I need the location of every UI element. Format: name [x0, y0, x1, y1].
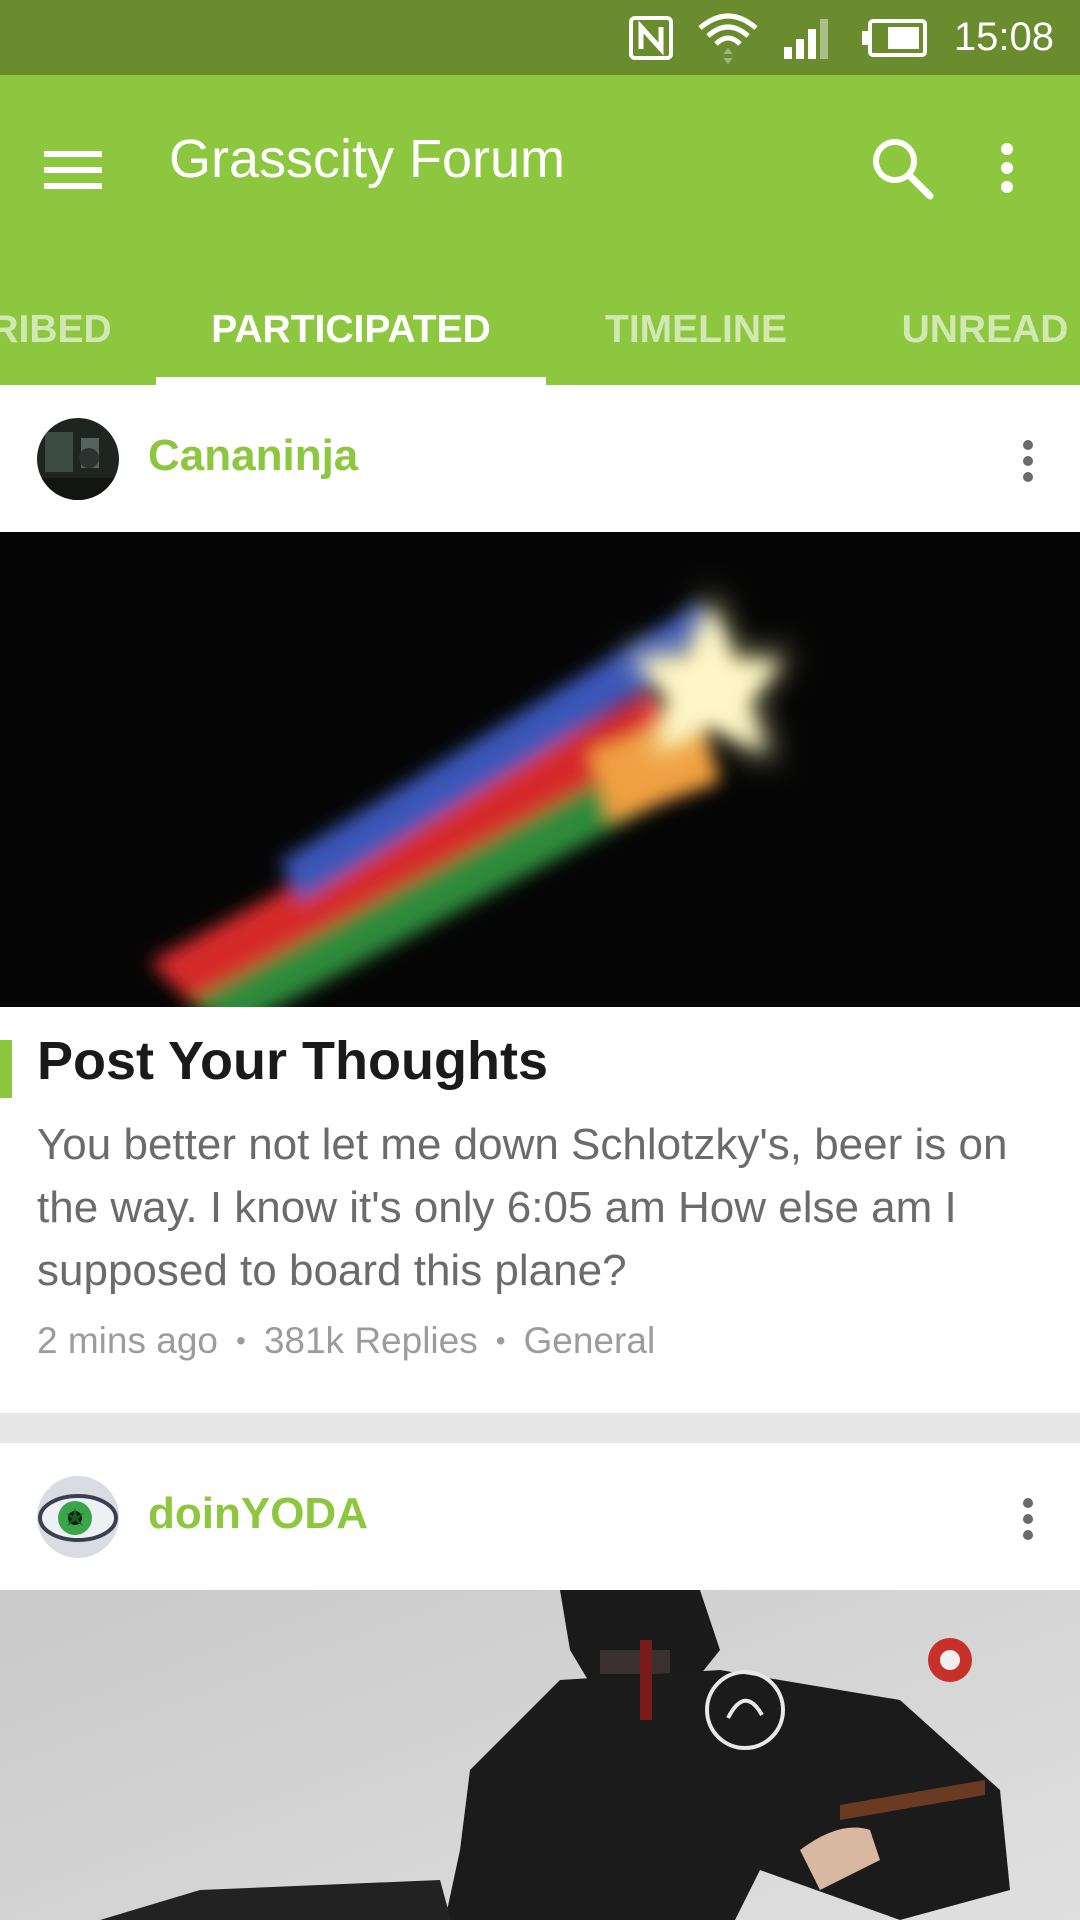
tab-timeline[interactable]: TIMELINE	[586, 275, 806, 385]
post-card[interactable]: Cananinja Post Your Thoughts You better …	[0, 385, 1080, 1413]
post-more-button[interactable]	[1000, 421, 1056, 501]
post-meta: 2 mins ago • 381k Replies • General	[37, 1320, 655, 1362]
tab-participated[interactable]: PARTICIPATED	[156, 275, 546, 385]
nfc-icon	[628, 15, 673, 60]
menu-button[interactable]	[44, 130, 124, 210]
search-button[interactable]	[862, 123, 942, 213]
search-icon	[873, 139, 934, 200]
post-card[interactable]: doinYODA	[0, 1443, 1080, 1920]
more-vertical-icon	[1023, 440, 1033, 482]
battery-icon	[861, 18, 927, 57]
post-accent-bar	[0, 1040, 12, 1098]
post-image[interactable]	[0, 1590, 1080, 1920]
avatar[interactable]	[37, 418, 119, 500]
signal-icon	[783, 18, 828, 59]
avatar[interactable]	[37, 1476, 119, 1558]
app-title: Grasscity Forum	[169, 129, 566, 189]
more-vertical-icon	[1023, 1498, 1033, 1540]
post-more-button[interactable]	[1000, 1479, 1056, 1559]
wifi-icon	[698, 13, 758, 64]
tab-indicator	[156, 377, 546, 385]
tab-unread[interactable]: UNREAD	[885, 275, 1080, 385]
status-bar: 15:08	[0, 0, 1080, 75]
status-icons: 15:08	[628, 0, 1054, 75]
post-time: 2 mins ago	[37, 1320, 218, 1361]
tab-bar: RIBED PARTICIPATED TIMELINE UNREAD	[0, 275, 1080, 385]
separator-dot: •	[495, 1325, 506, 1356]
author-name[interactable]: Cananinja	[148, 431, 358, 481]
post-body: You better not let me down Schlotzky's, …	[37, 1120, 1008, 1295]
post-title[interactable]: Post Your Thoughts	[37, 1030, 548, 1092]
app-bar: Grasscity Forum RIBED PARTICIPATED TIMEL…	[0, 75, 1080, 385]
post-replies: 381k Replies	[263, 1320, 478, 1361]
post-image[interactable]	[0, 532, 1080, 1007]
post-forum: General	[523, 1320, 656, 1361]
more-vertical-icon	[1001, 143, 1013, 193]
post-header: Cananinja	[0, 385, 1080, 532]
tab-subscribed[interactable]: RIBED	[0, 275, 116, 385]
separator-dot: •	[236, 1325, 246, 1356]
status-time: 15:08	[953, 15, 1054, 59]
post-header: doinYODA	[0, 1443, 1080, 1590]
author-name[interactable]: doinYODA	[148, 1489, 368, 1539]
hamburger-menu-icon	[44, 151, 102, 189]
overflow-menu-button[interactable]	[982, 123, 1032, 213]
feed[interactable]: Cananinja Post Your Thoughts You better …	[0, 385, 1080, 1920]
